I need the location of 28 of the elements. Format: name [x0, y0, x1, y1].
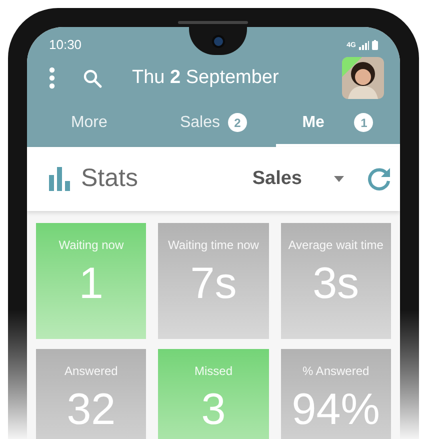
tile-value: 32	[66, 388, 116, 432]
tile-value: 3s	[312, 262, 360, 306]
tile-value: 1	[78, 262, 104, 306]
tile-label: Missed	[194, 363, 232, 380]
stats-title: Stats	[81, 163, 138, 194]
battery-icon	[372, 40, 378, 50]
sales-dropdown[interactable]: Sales	[252, 164, 344, 194]
tile-value: 3	[201, 388, 226, 432]
tile-label: Waiting now	[58, 237, 124, 254]
tile-label: % Answered	[302, 363, 370, 380]
search-icon[interactable]	[83, 68, 102, 88]
bar-chart-icon	[49, 167, 71, 191]
count-badge: 2	[228, 113, 247, 132]
tile-value: 94%	[292, 388, 380, 432]
tab[interactable]: Sales 2	[151, 101, 276, 147]
refresh-icon[interactable]	[366, 166, 392, 192]
avatar[interactable]	[342, 57, 384, 99]
signal-icon	[359, 40, 369, 50]
date-title: Thu 2 September	[132, 66, 279, 90]
menu-icon[interactable]	[49, 67, 55, 89]
count-badge: 1	[354, 113, 374, 132]
tile-label: Average wait time	[288, 237, 384, 254]
tile-label: Answered	[64, 363, 118, 380]
tab[interactable]: More	[27, 101, 152, 147]
status-time: 10:30	[49, 36, 82, 54]
tile-label: Waiting time now	[168, 237, 259, 254]
caret-icon	[334, 176, 344, 182]
tile-value: 7s	[190, 262, 237, 306]
